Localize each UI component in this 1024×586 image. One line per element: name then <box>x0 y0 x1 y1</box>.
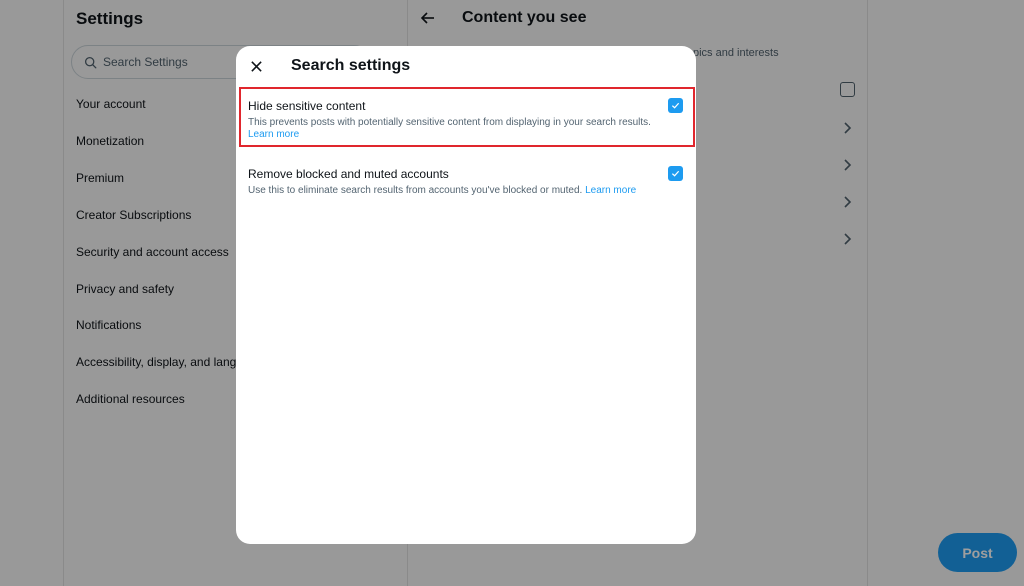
close-icon <box>250 60 262 72</box>
checkmark-icon <box>671 170 680 177</box>
close-button[interactable] <box>246 56 266 76</box>
search-settings-modal: Search settings Hide sensitive content T… <box>236 46 696 544</box>
option-description: Use this to eliminate search results fro… <box>248 185 637 196</box>
checkmark-icon <box>671 102 680 109</box>
option-label: Remove blocked and muted accounts <box>248 167 449 181</box>
option-label: Hide sensitive content <box>248 99 366 113</box>
option-hide-sensitive-content: Hide sensitive content This prevents pos… <box>248 99 684 141</box>
option-description: This prevents posts with potentially sen… <box>248 117 651 140</box>
remove-blocked-muted-checkbox[interactable] <box>668 166 683 181</box>
hide-sensitive-content-checkbox[interactable] <box>668 98 683 113</box>
post-button[interactable]: Post <box>938 533 1017 572</box>
option-remove-blocked-muted: Remove blocked and muted accounts Use th… <box>248 167 684 197</box>
modal-title: Search settings <box>291 57 411 74</box>
learn-more-link[interactable]: Learn more <box>585 185 636 196</box>
learn-more-link[interactable]: Learn more <box>248 129 299 140</box>
